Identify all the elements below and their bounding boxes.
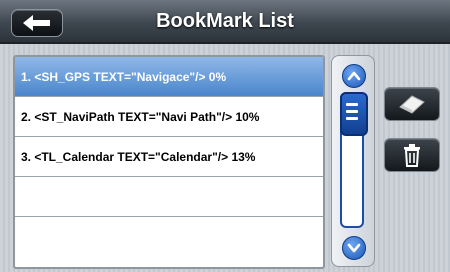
trash-icon xyxy=(404,144,420,167)
delete-bookmark-button[interactable] xyxy=(384,138,440,172)
scroll-track[interactable] xyxy=(340,92,368,228)
edit-bookmark-button[interactable] xyxy=(384,87,440,121)
bookmark-item-empty-1[interactable] xyxy=(15,177,323,217)
bookmark-item-2[interactable]: 2. <ST_NaviPath TEXT="Navi Path"/> 10% xyxy=(15,97,323,137)
scroll-down-button[interactable] xyxy=(342,236,366,260)
bookmark-item-1[interactable]: 1. <SH_GPS TEXT="Navigace"/> 0% xyxy=(15,57,323,97)
bookmark-list: 1. <SH_GPS TEXT="Navigace"/> 0% 2. <ST_N… xyxy=(13,55,325,269)
chevron-down-icon xyxy=(347,243,361,253)
eraser-icon xyxy=(399,95,425,114)
scroll-up-button[interactable] xyxy=(342,64,366,88)
list-lines-icon xyxy=(346,103,358,120)
scrollbar xyxy=(331,55,375,267)
page-title: BookMark List xyxy=(156,10,294,32)
bookmark-item-3[interactable]: 3. <TL_Calendar TEXT="Calendar"/> 13% xyxy=(15,137,323,177)
bookmark-item-empty-2[interactable] xyxy=(15,217,323,257)
header-bar: BookMark List xyxy=(0,0,450,44)
scroll-thumb[interactable] xyxy=(340,92,368,136)
chevron-up-icon xyxy=(347,71,361,81)
